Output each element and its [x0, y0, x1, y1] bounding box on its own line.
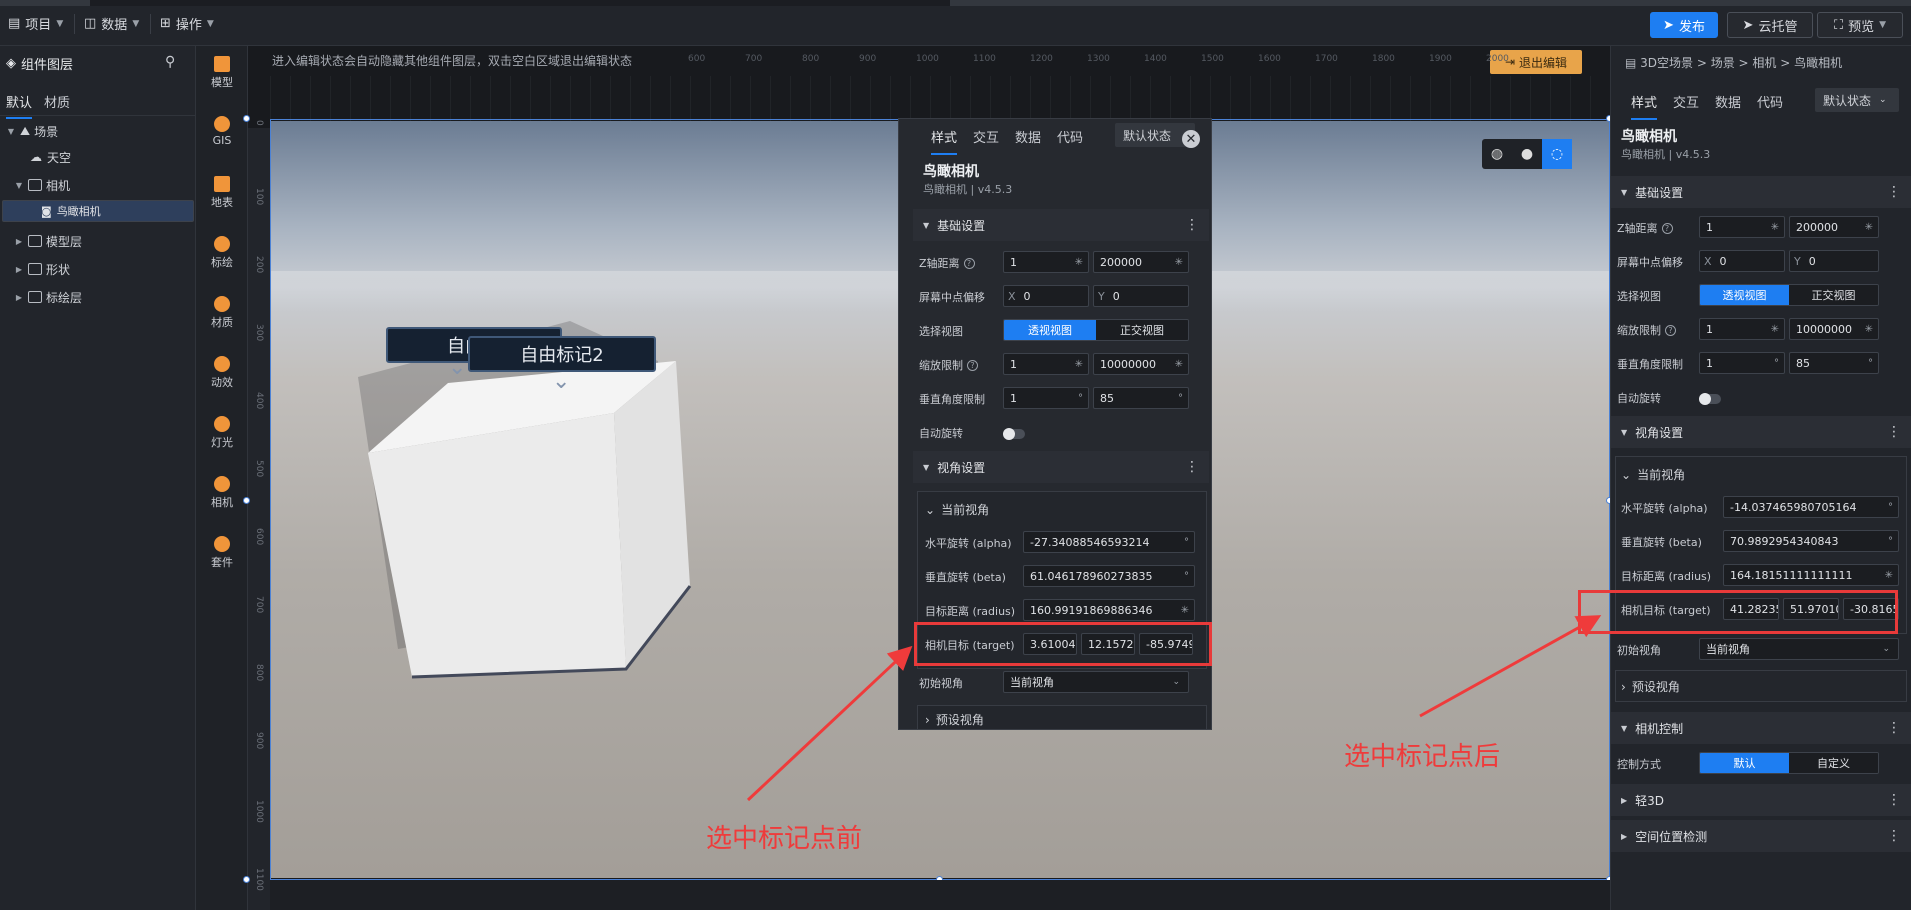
arrow-after	[1419, 615, 1602, 718]
annotation-before: 选中标记点前	[706, 824, 863, 854]
annotation-after: 选中标记点后	[1344, 742, 1501, 772]
annotation-arrows	[746, 615, 1602, 802]
arrow-before	[746, 645, 913, 802]
